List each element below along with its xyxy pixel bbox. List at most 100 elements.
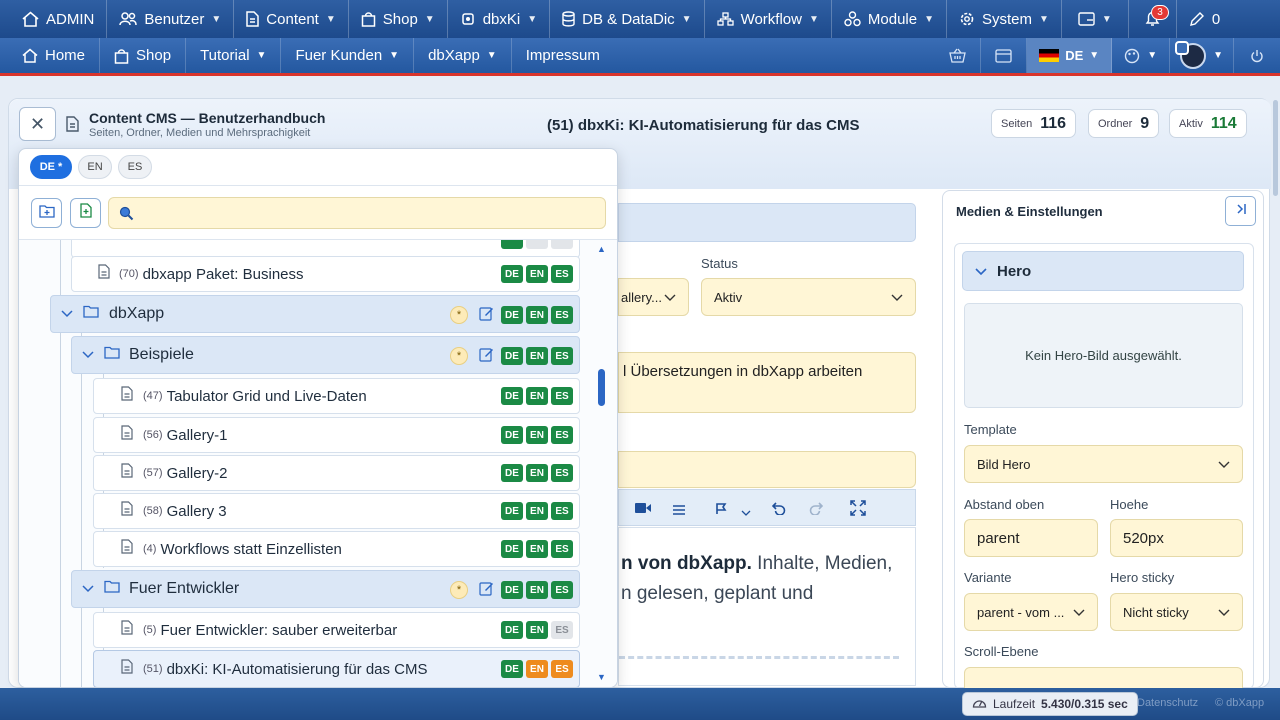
edit-icon[interactable] bbox=[479, 306, 495, 322]
tree-search-input[interactable] bbox=[108, 197, 606, 229]
nav-language-select[interactable]: DE ▼ bbox=[1027, 38, 1113, 73]
lang-badge-en[interactable]: EN bbox=[526, 387, 548, 405]
lang-badge-de[interactable]: DE bbox=[501, 306, 523, 324]
star-icon[interactable]: * bbox=[450, 581, 468, 599]
nav-fuer-kunden[interactable]: Fuer Kunden ▼ bbox=[281, 38, 415, 73]
chevron-down-icon[interactable] bbox=[82, 346, 94, 364]
lang-badge-en[interactable]: EN bbox=[526, 426, 548, 444]
tree-row[interactable]: (56) Gallery-1 DE EN ES bbox=[93, 417, 580, 453]
topbar-dbxki[interactable]: dbxKi ▼ bbox=[448, 0, 551, 38]
lang-badge-en[interactable]: EN bbox=[526, 265, 548, 283]
nav-shop[interactable]: Shop bbox=[100, 38, 187, 73]
abstand-input[interactable]: parent bbox=[964, 519, 1098, 557]
nav-panel-toggle[interactable] bbox=[981, 38, 1028, 73]
lang-badge-en[interactable]: EN bbox=[526, 660, 548, 678]
tree-row[interactable]: (57) Gallery-2 DE EN ES bbox=[93, 455, 580, 491]
datenschutz-link[interactable]: Datenschutz bbox=[1137, 697, 1198, 709]
scroll-down-arrow[interactable]: ▼ bbox=[597, 672, 606, 682]
hero-image-placeholder[interactable]: Kein Hero-Bild ausgewählt. bbox=[964, 303, 1243, 408]
summary-textarea[interactable]: l Übersetzungen in dbXapp arbeiten bbox=[618, 352, 916, 413]
lang-badge-en[interactable]: EN bbox=[526, 306, 548, 324]
nav-avatar-menu[interactable]: ▼ bbox=[1170, 38, 1234, 73]
lang-badge-es[interactable]: ES bbox=[551, 540, 573, 558]
star-icon[interactable]: * bbox=[450, 306, 468, 324]
tree-row-selected[interactable]: (51) dbxKi: KI-Automatisierung für das CM… bbox=[93, 650, 580, 687]
template-select[interactable]: Bild Hero bbox=[964, 445, 1243, 483]
redo-icon[interactable] bbox=[809, 501, 824, 520]
scroll-select[interactable] bbox=[964, 667, 1243, 688]
chevron-down-icon[interactable] bbox=[82, 580, 94, 598]
topbar-admin[interactable]: ADMIN bbox=[0, 0, 108, 38]
topbar-notifications[interactable]: 3 bbox=[1129, 0, 1177, 38]
rich-text-content[interactable]: n von dbXapp. Inhalte, Medien, n gelesen… bbox=[618, 527, 916, 686]
hero-accordion[interactable]: Hero bbox=[962, 251, 1244, 291]
lang-badge-es[interactable]: ES bbox=[551, 347, 573, 365]
nav-home[interactable]: Home bbox=[0, 38, 101, 73]
lang-badge-es[interactable]: ES bbox=[551, 621, 573, 639]
lang-badge-en[interactable]: EN bbox=[526, 581, 548, 599]
sticky-select[interactable]: Nicht sticky bbox=[1110, 593, 1243, 631]
undo-icon[interactable] bbox=[771, 501, 786, 520]
tree-row[interactable]: (58) Gallery 3 DE EN ES bbox=[93, 493, 580, 529]
topbar-system[interactable]: System ▼ bbox=[947, 0, 1062, 38]
new-folder-button[interactable] bbox=[31, 198, 62, 228]
lang-badge-de[interactable]: DE bbox=[501, 540, 523, 558]
tree-row[interactable]: (70) dbxapp Paket: Business DE EN ES bbox=[71, 256, 580, 292]
lang-badge-es[interactable]: ES bbox=[551, 502, 573, 520]
tree-folder-row[interactable]: Beispiele * DE EN ES bbox=[71, 336, 580, 374]
lang-badge-en[interactable]: EN bbox=[526, 347, 548, 365]
nav-dbxapp[interactable]: dbXapp ▼ bbox=[414, 38, 512, 73]
tree-row[interactable]: (4) Workflows statt Einzellisten DE EN ES bbox=[93, 531, 580, 567]
lang-badge-es[interactable]: ES bbox=[551, 265, 573, 283]
type-select[interactable]: allery... bbox=[618, 278, 689, 316]
video-icon[interactable] bbox=[635, 501, 651, 519]
lang-badge-de[interactable]: DE bbox=[501, 502, 523, 520]
lang-badge-en[interactable]: EN bbox=[526, 464, 548, 482]
topbar-db-datadic[interactable]: DB & DataDic ▼ bbox=[550, 0, 705, 38]
lang-badge-de[interactable]: DE bbox=[501, 464, 523, 482]
lang-pill-en[interactable]: EN bbox=[78, 155, 112, 179]
nav-tutorial[interactable]: Tutorial ▼ bbox=[186, 38, 282, 73]
lang-badge-es[interactable]: ES bbox=[551, 660, 573, 678]
tree-row[interactable]: (5) Fuer Entwickler: sauber erweiterbar D… bbox=[93, 612, 580, 648]
star-icon[interactable]: * bbox=[450, 347, 468, 365]
collapse-panel-button[interactable] bbox=[1225, 196, 1256, 226]
title-input[interactable] bbox=[618, 451, 916, 488]
close-button[interactable]: ✕ bbox=[19, 107, 56, 141]
lang-badge-de[interactable]: DE bbox=[501, 347, 523, 365]
lang-pill-es[interactable]: ES bbox=[118, 155, 152, 179]
lang-badge-en[interactable]: EN bbox=[526, 621, 548, 639]
lang-pill-de[interactable]: DE * bbox=[30, 155, 72, 179]
tree-row[interactable]: (47) Tabulator Grid und Live-Daten DE EN ES bbox=[93, 378, 580, 414]
lang-badge-de[interactable]: DE bbox=[501, 660, 523, 678]
nav-theme[interactable]: ▼ bbox=[1112, 38, 1171, 73]
fullscreen-icon[interactable] bbox=[850, 500, 866, 521]
lang-badge-de[interactable]: DE bbox=[501, 621, 523, 639]
lang-badge-en[interactable]: EN bbox=[526, 502, 548, 520]
chevron-down-icon[interactable] bbox=[61, 305, 73, 323]
hoehe-input[interactable]: 520px bbox=[1110, 519, 1243, 557]
status-select[interactable]: Aktiv bbox=[701, 278, 916, 316]
nav-basket[interactable] bbox=[935, 38, 982, 73]
tree-folder-row[interactable]: Fuer Entwickler * DE EN ES bbox=[71, 570, 580, 608]
topbar-benutzer[interactable]: Benutzer ▼ bbox=[107, 0, 235, 38]
tree-scrollbar-thumb[interactable] bbox=[598, 369, 605, 406]
lang-badge-de[interactable]: DE bbox=[501, 581, 523, 599]
topbar-shop[interactable]: Shop ▼ bbox=[349, 0, 448, 38]
new-page-button[interactable] bbox=[70, 198, 101, 228]
lang-badge-de[interactable]: DE bbox=[501, 426, 523, 444]
page-scrollbar[interactable] bbox=[1273, 100, 1278, 196]
align-icon[interactable] bbox=[673, 502, 685, 520]
lang-badge-es[interactable]: ES bbox=[551, 306, 573, 324]
topbar-content[interactable]: Content ▼ bbox=[234, 0, 349, 38]
lang-badge-de[interactable]: DE bbox=[501, 387, 523, 405]
tree-folder-row[interactable]: dbXapp * DE EN ES bbox=[50, 295, 580, 333]
flag-icon[interactable] bbox=[715, 502, 727, 520]
topbar-edit[interactable]: 0 bbox=[1177, 0, 1232, 38]
topbar-window[interactable]: ▼ bbox=[1062, 0, 1129, 38]
edit-icon[interactable] bbox=[479, 347, 495, 363]
nav-impressum[interactable]: Impressum bbox=[512, 38, 614, 73]
lang-badge-de[interactable]: DE bbox=[501, 265, 523, 283]
lang-badge-es[interactable]: ES bbox=[551, 387, 573, 405]
topbar-workflow[interactable]: Workflow ▼ bbox=[705, 0, 832, 38]
